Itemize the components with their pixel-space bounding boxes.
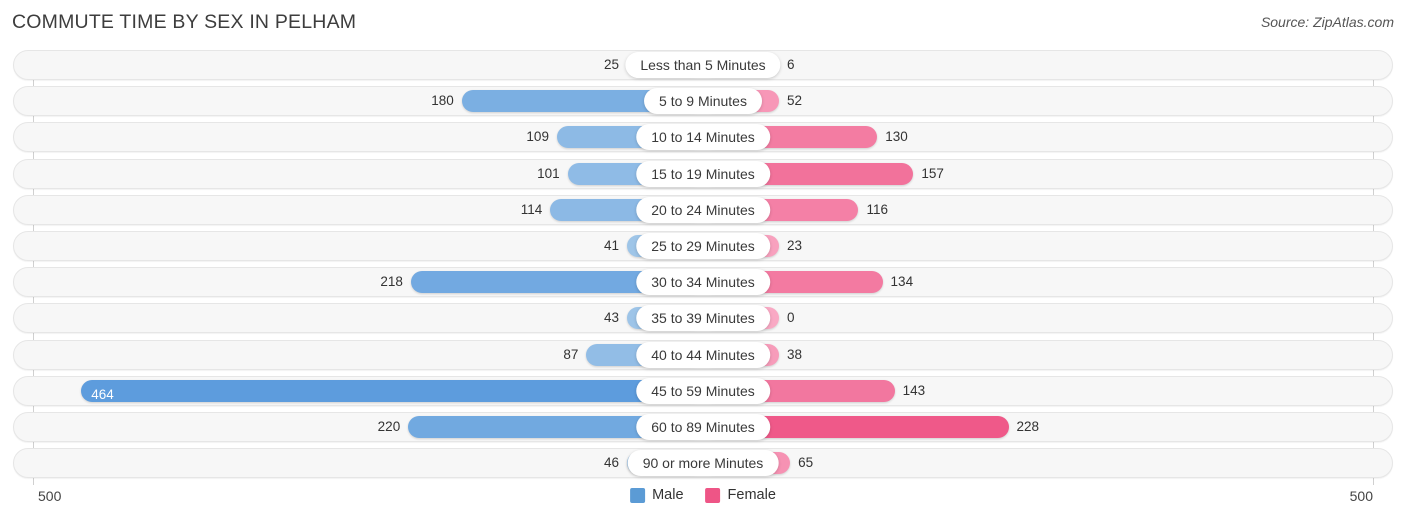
bar-value-female: 116 [866, 201, 888, 217]
bar-value-male: 218 [380, 274, 403, 290]
bar-value-male: 46 [603, 455, 619, 471]
legend-item[interactable]: Female [705, 487, 776, 503]
bar-value-female: 228 [1016, 419, 1040, 434]
bar-value-male: 114 [520, 201, 543, 217]
bar-row: 25 6 Less than 5 Minutes [13, 50, 1393, 80]
legend-label: Male [652, 487, 684, 503]
category-label: 35 to 39 Minutes [636, 305, 770, 332]
category-label: 30 to 34 Minutes [636, 269, 770, 296]
bar-value-female: 157 [921, 165, 944, 181]
category-label: 45 to 59 Minutes [636, 377, 770, 404]
bar-row: 46 65 90 or more Minutes [13, 448, 1393, 479]
bar-row: 87 38 40 to 44 Minutes [13, 339, 1393, 370]
bar-value-male: 220 [377, 419, 401, 434]
category-label: 90 or more Minutes [627, 450, 779, 477]
bar-row: 43 0 35 to 39 Minutes [13, 303, 1393, 334]
bar-value-male: 180 [431, 93, 454, 109]
bar-value-male: 101 [537, 165, 560, 181]
legend-swatch-icon [630, 487, 646, 503]
page-title: COMMUTE TIME BY SEX IN PELHAM [12, 11, 357, 33]
category-label: 5 to 9 Minutes [644, 88, 762, 115]
category-label: 25 to 29 Minutes [636, 233, 770, 259]
bar-value-male: 464 [91, 386, 114, 402]
category-label: Less than 5 Minutes [625, 52, 781, 78]
bar-value-female: 23 [787, 238, 803, 253]
bar-row: 218 134 30 to 34 Minutes [13, 267, 1393, 298]
axis-max-left-label: 500 [38, 488, 62, 504]
bar-value-male: 87 [563, 346, 579, 362]
chart-legend: Male Female [630, 487, 776, 503]
category-label: 20 to 24 Minutes [636, 196, 770, 223]
bar-value-female: 65 [798, 455, 814, 471]
bar-value-male: 109 [526, 129, 549, 145]
source-citation: Source: ZipAtlas.com [1260, 14, 1394, 30]
legend-item[interactable]: Male [630, 487, 684, 503]
axis-max-right-label: 500 [1349, 488, 1373, 504]
bar-value-male: 43 [603, 310, 619, 326]
bar-row: 114 116 20 to 24 Minutes [13, 194, 1393, 225]
category-label: 60 to 89 Minutes [636, 414, 770, 440]
bar-row: 464 143 45 to 59 Minutes [13, 375, 1393, 406]
bar-value-female: 0 [787, 310, 795, 326]
bar-row: 109 130 10 to 14 Minutes [13, 122, 1393, 153]
category-label: 40 to 44 Minutes [636, 341, 770, 368]
bar-row: 180 52 5 to 9 Minutes [13, 86, 1393, 117]
bar-row: 101 157 15 to 19 Minutes [13, 158, 1393, 189]
bar-male[interactable]: 464 [81, 379, 703, 402]
bar-value-male: 41 [603, 238, 619, 253]
legend-label: Female [727, 487, 776, 503]
chart-plot-area: 25 6 Less than 5 Minutes 180 52 5 to 9 Minute… [0, 46, 1406, 485]
bar-row: 220 228 60 to 89 Minutes [13, 412, 1393, 442]
bar-value-male: 25 [603, 57, 619, 72]
bar-value-female: 6 [787, 57, 795, 72]
bar-value-female: 52 [787, 93, 803, 109]
bar-value-female: 134 [890, 274, 914, 290]
bar-row: 41 23 25 to 29 Minutes [13, 231, 1393, 261]
category-label: 10 to 14 Minutes [636, 124, 770, 151]
legend-swatch-icon [705, 487, 721, 503]
category-label: 15 to 19 Minutes [636, 160, 770, 187]
bar-value-female: 130 [885, 129, 908, 145]
bar-value-female: 143 [902, 382, 926, 398]
bar-value-female: 38 [787, 346, 803, 362]
chart-header: COMMUTE TIME BY SEX IN PELHAM Source: Zi… [0, 0, 1406, 46]
chart-footer: 500 500 Male Female [0, 483, 1406, 523]
